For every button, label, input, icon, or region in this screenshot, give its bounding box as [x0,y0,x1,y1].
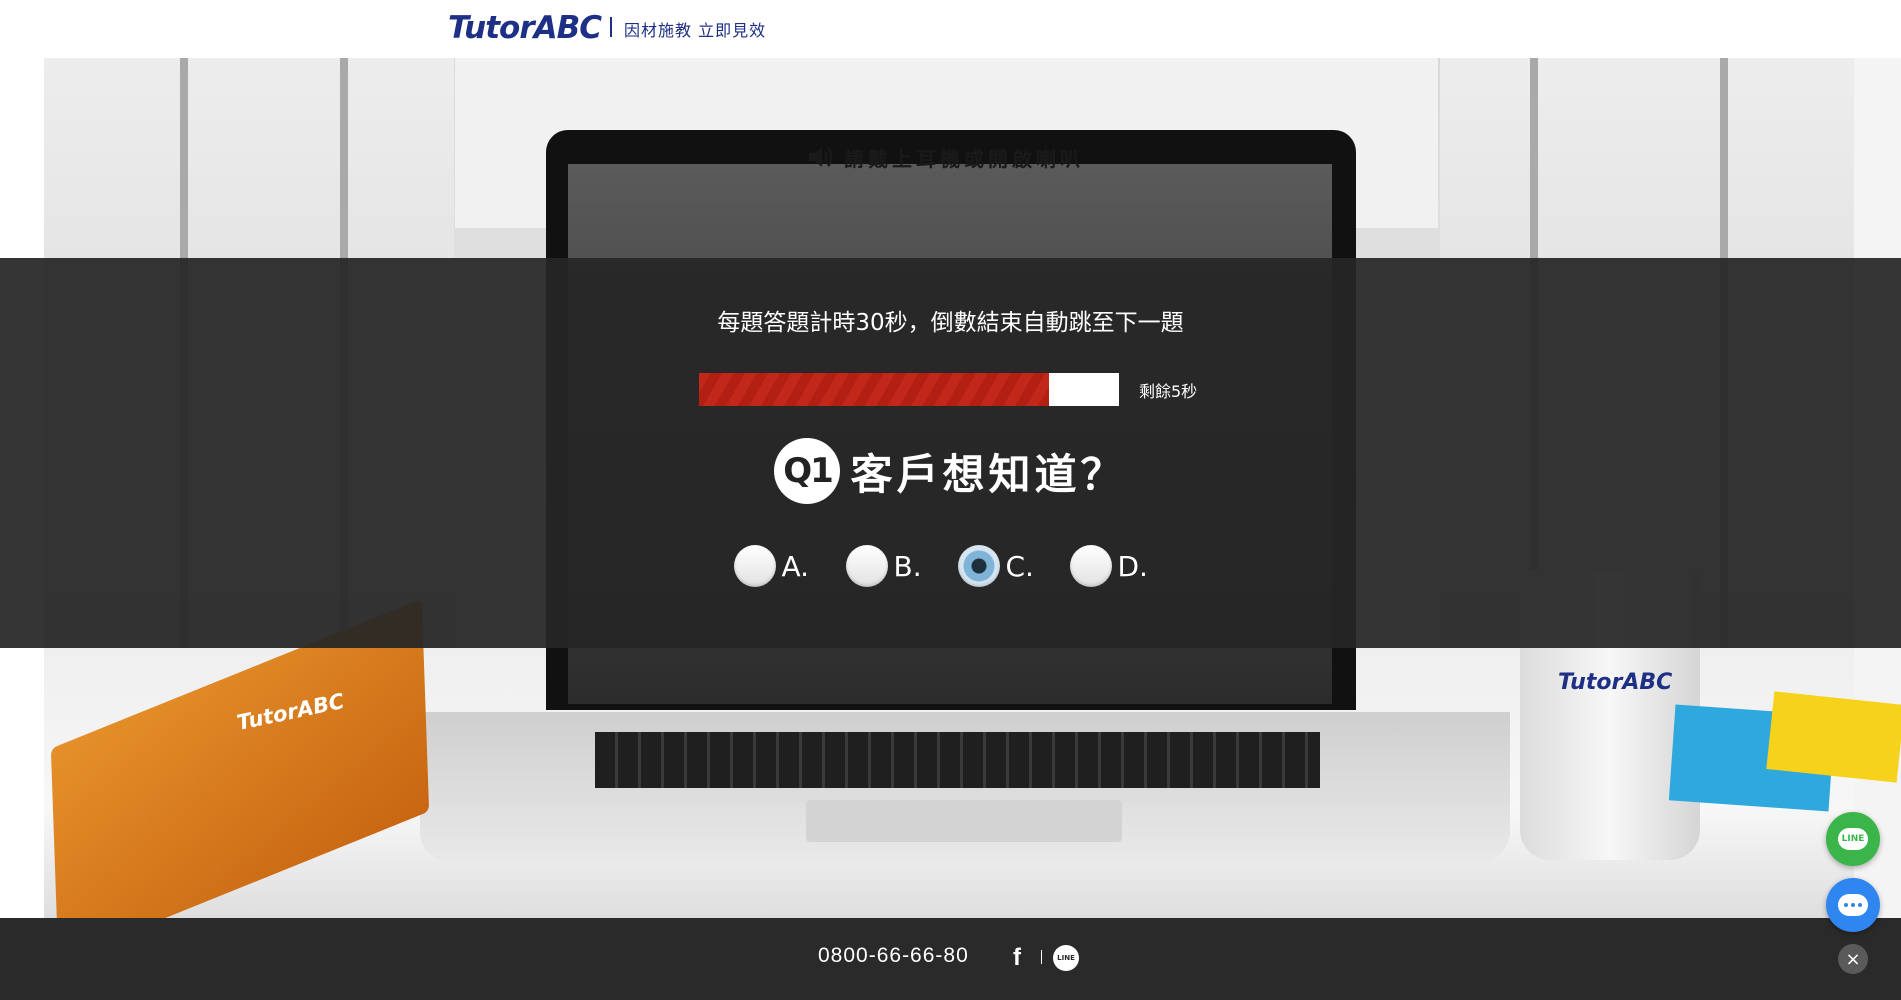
radio-button[interactable] [957,545,1000,587]
radio-button[interactable] [733,545,776,587]
radio-button[interactable] [845,545,888,587]
footer: 0800-66-66-80 f LINE [0,918,1901,1000]
option-label: A. [781,549,810,583]
speaker-icon [809,147,833,167]
countdown-progress-fill [699,373,1049,406]
sound-notice: 請戴上耳機或開啟喇叭 [806,140,1084,174]
brand-logo[interactable]: TutorABC [448,10,602,46]
laptop-keyboard [595,732,1320,788]
option-d[interactable]: D. [1069,545,1168,587]
option-c[interactable]: C. [957,545,1056,587]
page: TutorABC TutorABC TutorABC 因材施教 立即見效 請戴上… [0,0,1901,1000]
chat-float-button[interactable] [1826,878,1880,932]
phone-number[interactable]: 0800-66-66-80 [818,944,969,968]
question-text: 客戶想知道？ [850,449,1127,499]
cup-logo: TutorABC [1558,670,1673,695]
option-label: D. [1117,549,1148,583]
header: TutorABC 因材施教 立即見效 [0,0,1901,58]
answer-options: A. B. C. D. [0,545,1901,587]
countdown-progress-bar [699,373,1119,406]
sound-notice-text: 請戴上耳機或開啟喇叭 [844,146,1084,171]
close-float-button[interactable]: × [1838,944,1868,974]
line-icon[interactable]: LINE [1053,945,1079,971]
brand-tagline: 因材施教 立即見效 [624,21,767,40]
option-label: B. [893,549,922,583]
quiz-instruction: 每題答題計時30秒，倒數結束自動跳至下一題 [717,310,1184,336]
logo-divider [610,17,612,37]
laptop-touchpad [806,800,1122,842]
line-icon: LINE [1838,828,1868,850]
question-row: Q1 客戶想知道？ [0,438,1901,504]
quiz-panel: 每題答題計時30秒，倒數結束自動跳至下一題 剩餘5秒 Q1 客戶想知道？ A. … [0,258,1901,648]
option-b[interactable]: B. [845,545,944,587]
sticky-note-yellow [1766,691,1901,783]
line-float-button[interactable]: LINE [1826,812,1880,866]
question-number-badge: Q1 [774,438,841,504]
footer-divider [1041,950,1042,964]
facebook-icon[interactable]: f [1013,944,1021,972]
chat-bubble-icon [1838,894,1868,916]
countdown-timer: 剩餘5秒 [1139,382,1198,401]
radio-button[interactable] [1069,545,1112,587]
option-a[interactable]: A. [733,545,832,587]
option-label: C. [1005,549,1034,583]
